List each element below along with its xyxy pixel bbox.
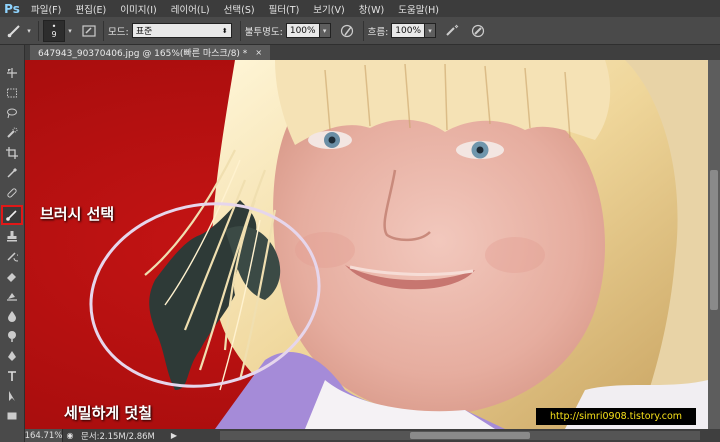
vertical-scroll-thumb[interactable]: [710, 170, 718, 310]
airbrush-icon[interactable]: [442, 21, 462, 41]
annotation-paint-detail: 세밀하게 덧칠: [64, 404, 153, 422]
annotation-brush-select: 브러시 선택: [40, 205, 115, 223]
shape-icon: [7, 412, 17, 420]
history-brush-icon: [7, 252, 18, 262]
pressure-size-icon[interactable]: [468, 21, 488, 41]
photoshop-logo: Ps: [4, 1, 20, 16]
document-tab[interactable]: 647943_90370406.jpg @ 165%(빠른 마스크/8) * ×: [30, 45, 271, 60]
menu-file[interactable]: 파일(F): [24, 2, 68, 16]
type-icon: [8, 371, 16, 381]
history-brush-tool[interactable]: [3, 248, 21, 264]
watermark-url: http://simri0908.tistory.com: [536, 408, 696, 425]
photo-quick-mask: [25, 60, 708, 429]
crop-tool[interactable]: [3, 145, 21, 161]
quick-select-icon: [7, 127, 18, 138]
close-icon[interactable]: ×: [255, 48, 262, 57]
path-select-icon: [9, 391, 15, 401]
document-tab-title: 647943_90370406.jpg @ 165%(빠른 마스크/8) *: [38, 49, 248, 59]
dodge-tool[interactable]: [3, 328, 21, 344]
flow-input[interactable]: 100%: [391, 23, 426, 38]
blur-tool[interactable]: [3, 308, 21, 324]
tool-preset-dropdown-icon[interactable]: ▾: [24, 21, 34, 41]
mode-value: 표준: [135, 27, 153, 37]
menu-window[interactable]: 창(W): [352, 2, 392, 16]
lasso-tool[interactable]: [3, 105, 21, 121]
eraser-icon: [7, 273, 16, 282]
brush-size-picker[interactable]: • 9: [43, 19, 65, 42]
marquee-icon: [7, 88, 17, 98]
document-size: 문서:2.15M/2.86M: [81, 431, 155, 442]
zoom-level-field[interactable]: 164.71%: [25, 429, 63, 442]
gradient-icon: [7, 293, 17, 301]
stamp-icon: [7, 231, 17, 242]
move-tool[interactable]: [3, 65, 21, 81]
lasso-icon: [7, 108, 17, 119]
options-bar: ▾ • 9 ▾ 모드: 표준 ⬍ 불투명도: 100% ▾ 흐름: 100% ▾: [0, 17, 720, 45]
brush-icon: [6, 210, 17, 221]
menu-filter[interactable]: 필터(T): [262, 2, 307, 16]
flow-label: 흐름:: [367, 26, 389, 38]
opacity-label: 불투명도:: [244, 26, 283, 38]
status-bar: 164.71% ◉ 문서:2.15M/2.86M ▶: [25, 429, 720, 442]
menu-select[interactable]: 선택(S): [217, 2, 262, 16]
opacity-dropdown-icon[interactable]: ▾: [319, 23, 331, 38]
dodge-icon: [8, 331, 16, 342]
gradient-tool[interactable]: [3, 288, 21, 304]
separator: [239, 20, 241, 41]
brush-panel-toggle-icon[interactable]: [79, 21, 99, 41]
toolbox: [0, 45, 25, 442]
chevron-updown-icon: ⬍: [221, 26, 228, 35]
menu-layer[interactable]: 레이어(L): [164, 2, 217, 16]
brush-size-dropdown-icon[interactable]: ▾: [65, 21, 75, 41]
menu-help[interactable]: 도움말(H): [391, 2, 446, 16]
pen-icon: [8, 351, 16, 361]
stamp-tool[interactable]: [3, 228, 21, 244]
eraser-tool[interactable]: [3, 268, 21, 284]
separator: [38, 20, 39, 41]
menu-bar: Ps 파일(F) 편집(E) 이미지(I) 레이어(L) 선택(S) 필터(T)…: [0, 0, 720, 17]
healing-tool[interactable]: [3, 185, 21, 201]
flow-dropdown-icon[interactable]: ▾: [425, 23, 437, 38]
document-canvas[interactable]: [25, 60, 708, 429]
pressure-opacity-icon[interactable]: [337, 21, 357, 41]
horizontal-scroll-thumb[interactable]: [410, 432, 530, 439]
crop-icon: [6, 147, 18, 159]
separator: [362, 20, 364, 41]
move-icon: [7, 68, 17, 78]
menu-edit[interactable]: 편집(E): [68, 2, 113, 16]
menu-view[interactable]: 보기(V): [306, 2, 351, 16]
status-info-icon[interactable]: ◉: [63, 429, 77, 442]
mode-label: 모드:: [108, 26, 129, 38]
pen-tool[interactable]: [3, 348, 21, 364]
quick-select-tool[interactable]: [3, 125, 21, 141]
menu-image[interactable]: 이미지(I): [113, 2, 163, 16]
shape-tool[interactable]: [3, 408, 21, 424]
horizontal-scrollbar[interactable]: [220, 431, 700, 440]
healing-icon: [7, 188, 17, 198]
status-menu-arrow-icon[interactable]: ▶: [171, 431, 177, 440]
separator: [103, 20, 104, 41]
marquee-tool[interactable]: [3, 85, 21, 101]
brush-preset-icon[interactable]: [4, 21, 24, 41]
opacity-input[interactable]: 100%: [285, 23, 320, 38]
eyedropper-tool[interactable]: [3, 165, 21, 181]
brush-tool[interactable]: [1, 205, 23, 225]
type-tool[interactable]: [3, 368, 21, 384]
vertical-scrollbar[interactable]: [708, 60, 720, 429]
eyedropper-icon: [7, 167, 18, 178]
mode-select[interactable]: 표준 ⬍: [131, 23, 232, 38]
blur-icon: [8, 311, 16, 322]
path-select-tool[interactable]: [3, 388, 21, 404]
brush-size-value: 9: [51, 29, 57, 39]
document-tab-bar: 647943_90370406.jpg @ 165%(빠른 마스크/8) * ×: [25, 45, 720, 60]
